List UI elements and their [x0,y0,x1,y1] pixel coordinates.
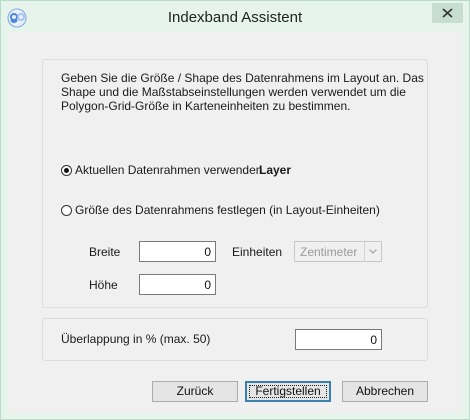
overlap-label: Überlappung in % (max. 50) [61,332,211,346]
current-frame-label[interactable]: Aktuellen Datenrahmen verwenden [75,163,262,177]
height-label: Höhe [89,278,118,292]
chevron-down-icon [369,249,377,254]
units-dropdown[interactable]: Zentimeter [294,241,382,262]
description-line: Geben Sie die Größe / Shape des Datenrah… [61,71,424,85]
back-button[interactable]: Zurück [152,381,238,402]
units-label: Einheiten [232,245,283,259]
units-selected-value: Zentimeter [300,245,358,259]
finish-button-label: Fertigstellen [255,384,321,398]
description-text: Geben Sie die Größe / Shape des Datenrah… [61,71,424,113]
cancel-button[interactable]: Abbrechen [342,381,428,402]
layer-value: Layer [259,163,292,177]
dropdown-button[interactable] [364,242,381,261]
window-title: Indexband Assistent [167,9,303,26]
width-label: Breite [89,245,121,259]
custom-size-radio[interactable] [61,205,72,216]
title-bar[interactable]: Indexband Assistent [2,2,468,32]
dialog-body: Geben Sie die Größe / Shape des Datenrah… [9,32,461,413]
current-frame-radio[interactable] [61,165,72,176]
close-icon [442,8,453,18]
close-button[interactable] [432,3,463,23]
height-input[interactable]: 0 [139,274,216,295]
dialog-window: Indexband Assistent Geben Sie die Größe … [0,0,470,420]
width-input[interactable]: 0 [139,241,216,262]
description-line: Polygon-Grid-Größe in Karteneinheiten zu… [61,99,351,113]
custom-size-label[interactable]: Größe des Datenrahmens festlegen (in Lay… [75,203,380,217]
overlap-input[interactable]: 0 [295,329,382,350]
finish-button[interactable]: Fertigstellen [245,381,331,402]
description-line: Shape und die Maßstabseinstellungen werd… [61,85,406,99]
